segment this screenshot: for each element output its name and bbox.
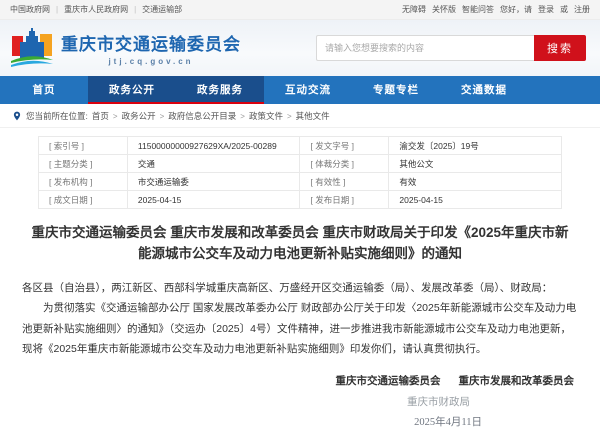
meta-label-doc-no: [ 发文字号 ] [300,137,389,155]
doc-meta-table: [ 索引号 ] 11500000000927629XA/2025-00289 [… [38,136,562,209]
meta-label-genre: [ 体裁分类 ] [300,155,389,173]
login-link[interactable]: 登录 [538,4,554,15]
breadcrumb-separator: > [240,112,245,121]
signer-transport-commission: 重庆市交通运输委员会 [336,375,441,387]
nav-item-interaction[interactable]: 互动交流 [264,76,352,104]
smart-qa-link[interactable]: 智能问答 [462,4,494,15]
breadcrumb-prefix: 您当前所在位置: [26,110,88,122]
meta-label-index-no: [ 索引号 ] [39,137,128,155]
meta-value-validity: 有效 [389,173,562,191]
meta-value-publisher: 市交通运输委 [127,173,300,191]
user-links-group: 无障碍 关怀版 智能问答 您好，请 登录 或 注册 [402,4,590,15]
meta-value-publish-date: 2025-04-15 [389,191,562,209]
meta-label-written-date: [ 成文日期 ] [39,191,128,209]
link-cq-gov[interactable]: 重庆市人民政府网 [64,4,128,15]
signature-block: 重庆市交通运输委员会 重庆市发展和改革委员会 重庆市财政局 2025年4月11日 [0,373,600,429]
doc-meta-section: [ 索引号 ] 11500000000927629XA/2025-00289 [… [0,128,600,209]
signer-ndrc: 重庆市发展和改革委员会 [459,375,575,387]
site-url: jtj.cq.gov.cn [108,57,193,66]
site-header: 重庆市交通运输委员会 jtj.cq.gov.cn 搜索 [0,20,600,76]
meta-label-publish-date: [ 发布日期 ] [300,191,389,209]
site-title: 重庆市交通运输委员会 [61,30,241,55]
meta-label-validity: [ 有效性 ] [300,173,389,191]
site-title-block: 重庆市交通运输委员会 jtj.cq.gov.cn [61,30,241,66]
search-button[interactable]: 搜索 [534,35,586,61]
accessibility-link[interactable]: 无障碍 [402,4,426,15]
table-row: [ 索引号 ] 11500000000927629XA/2025-00289 [… [39,137,562,155]
divider: | [134,5,136,14]
meta-value-topic: 交通 [127,155,300,173]
meta-value-genre: 其他公文 [389,155,562,173]
greeting-text: 您好，请 [500,4,532,15]
document-date: 2025年4月11日 [0,414,574,429]
nav-item-traffic-data[interactable]: 交通数据 [440,76,528,104]
nav-item-gov-affairs[interactable]: 政务公开 [88,76,176,104]
breadcrumb-info-directory[interactable]: 政府信息公开目录 [168,110,236,122]
register-link[interactable]: 注册 [574,4,590,15]
agency-logo-icon [10,28,54,68]
breadcrumb-separator: > [287,112,292,121]
divider: | [56,5,58,14]
signer-line: 重庆市交通运输委员会 重庆市发展和改革委员会 [0,373,574,388]
or-text: 或 [560,4,568,15]
breadcrumb-policy-files[interactable]: 政策文件 [249,110,283,122]
breadcrumb-separator: > [113,112,118,121]
signer-finance-bureau: 重庆市财政局 [0,394,574,409]
page-title: 重庆市交通运输委员会 重庆市发展和改革委员会 重庆市财政局关于印发《2025年重… [28,223,572,265]
meta-label-topic: [ 主题分类 ] [39,155,128,173]
breadcrumb: 您当前所在位置: 首页 > 政务公开 > 政府信息公开目录 > 政策文件 > 其… [0,104,600,128]
addressee-paragraph: 各区县（自治县），两江新区、西部科学城重庆高新区、万盛经开区交通运输委（局）、发… [22,278,578,298]
meta-label-publisher: [ 发布机构 ] [39,173,128,191]
table-row: [ 成文日期 ] 2025-04-15 [ 发布日期 ] 2025-04-15 [39,191,562,209]
nav-item-special-topics[interactable]: 专题专栏 [352,76,440,104]
breadcrumb-home[interactable]: 首页 [92,110,109,122]
care-version-link[interactable]: 关怀版 [432,4,456,15]
main-paragraph: 为贯彻落实《交通运输部办公厅 国家发展改革委办公厅 财政部办公厅关于印发〈202… [22,298,578,359]
meta-value-written-date: 2025-04-15 [127,191,300,209]
gov-links-group: 中国政府网 | 重庆市人民政府网 | 交通运输部 [10,4,182,15]
meta-value-doc-no: 渝交发〔2025〕19号 [389,137,562,155]
table-row: [ 主题分类 ] 交通 [ 体裁分类 ] 其他公文 [39,155,562,173]
link-china-gov[interactable]: 中国政府网 [10,4,50,15]
location-icon [12,111,22,121]
site-brand[interactable]: 重庆市交通运输委员会 jtj.cq.gov.cn [10,28,241,68]
main-nav: 首页 政务公开 政务服务 互动交流 专题专栏 交通数据 [0,76,600,104]
top-utility-bar: 中国政府网 | 重庆市人民政府网 | 交通运输部 无障碍 关怀版 智能问答 您好… [0,0,600,20]
search-input[interactable] [316,35,534,61]
document-body: 各区县（自治县），两江新区、西部科学城重庆高新区、万盛经开区交通运输委（局）、发… [22,278,578,360]
nav-item-gov-services[interactable]: 政务服务 [176,76,264,104]
meta-value-index-no: 11500000000927629XA/2025-00289 [127,137,300,155]
breadcrumb-other-files[interactable]: 其他文件 [296,110,330,122]
nav-item-home[interactable]: 首页 [0,76,88,104]
table-row: [ 发布机构 ] 市交通运输委 [ 有效性 ] 有效 [39,173,562,191]
breadcrumb-separator: > [160,112,165,121]
breadcrumb-gov-affairs[interactable]: 政务公开 [122,110,156,122]
search-box: 搜索 [316,35,586,61]
link-mot[interactable]: 交通运输部 [142,4,182,15]
